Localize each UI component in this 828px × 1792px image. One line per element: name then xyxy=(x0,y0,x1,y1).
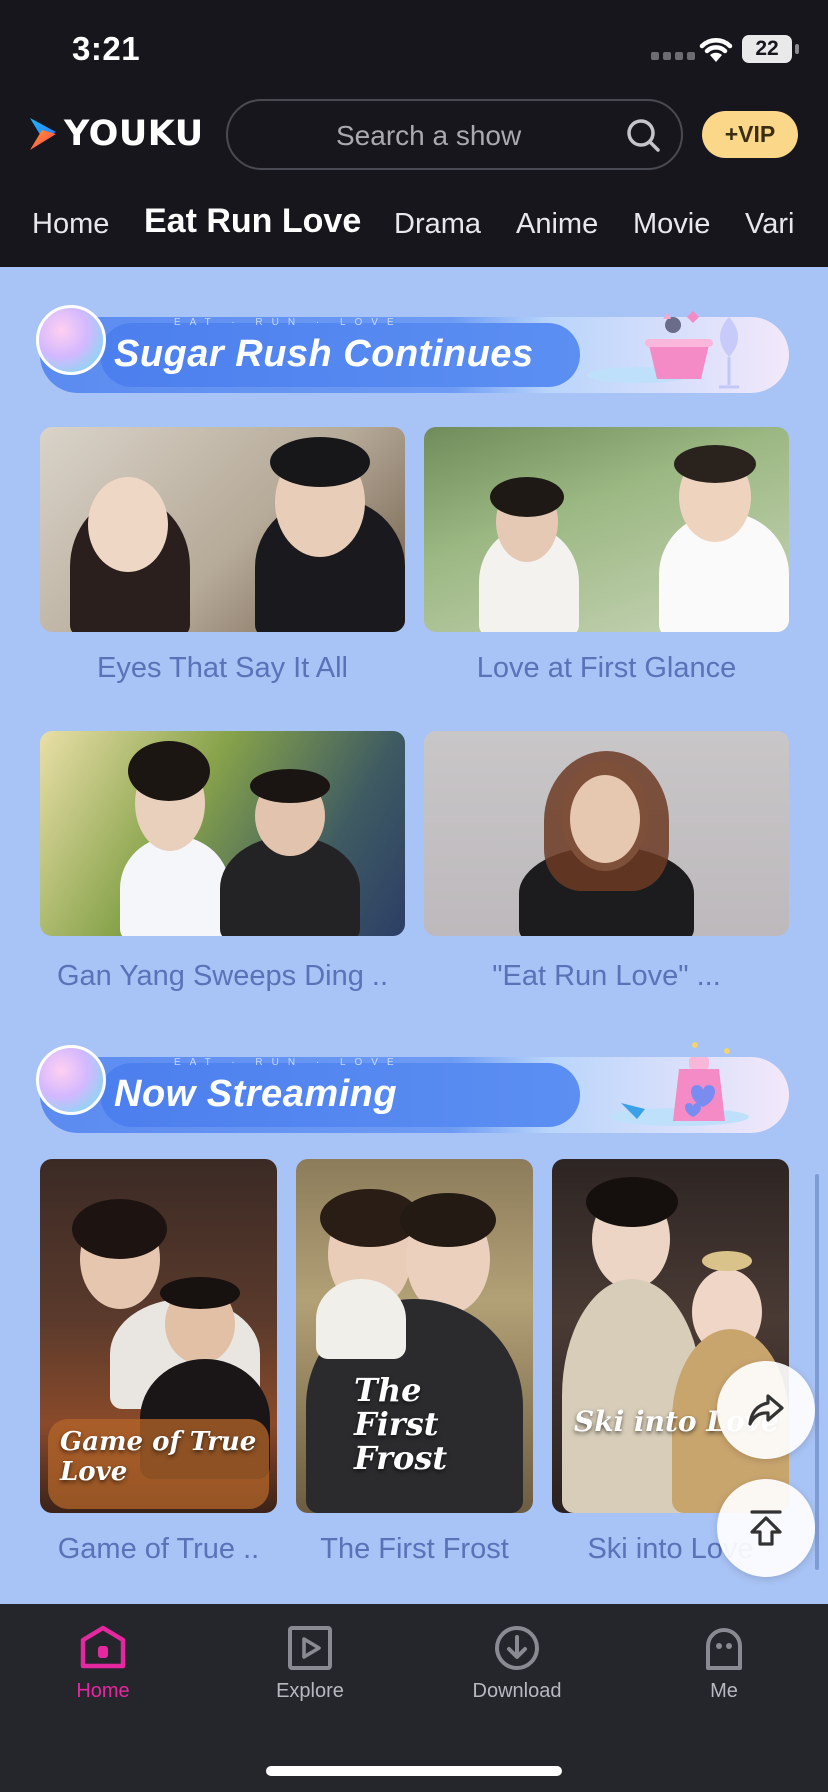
banner-orb-icon xyxy=(36,305,106,375)
banner-subtitle: EAT · RUN · LOVE xyxy=(174,317,403,328)
play-square-icon xyxy=(288,1626,332,1670)
bottom-navigation: Home Explore Download Me xyxy=(0,1604,828,1792)
poster-thumbnail[interactable]: Ski into Love xyxy=(552,1159,789,1513)
profile-icon xyxy=(706,1628,742,1670)
section-title: Now Streaming xyxy=(114,1073,398,1115)
poster-title-art: Game of True Love xyxy=(60,1427,257,1487)
video-thumbnail[interactable] xyxy=(424,731,789,936)
youku-logo[interactable]: YOUKU xyxy=(28,114,204,154)
tab-movie[interactable]: Movie xyxy=(633,208,710,241)
status-bar: 3:21 22 xyxy=(0,0,828,96)
nav-item-home[interactable]: Home xyxy=(33,1624,173,1703)
back-to-top-icon xyxy=(750,1510,782,1546)
nav-label: Download xyxy=(472,1680,562,1702)
home-icon xyxy=(80,1625,126,1669)
tab-home[interactable]: Home xyxy=(32,208,109,241)
video-title[interactable]: Love at First Glance xyxy=(424,652,789,685)
youku-play-icon xyxy=(30,118,56,150)
video-title[interactable]: The First Frost xyxy=(296,1533,533,1566)
video-thumbnail[interactable] xyxy=(40,427,405,632)
download-icon xyxy=(495,1626,539,1670)
battery-icon: 22 xyxy=(742,35,799,63)
cellular-signal-icon xyxy=(651,52,695,60)
wifi-icon xyxy=(699,38,733,62)
search-input[interactable]: Search a show xyxy=(336,120,521,152)
poster-thumbnail[interactable]: The First Frost xyxy=(296,1159,533,1513)
nav-label: Home xyxy=(76,1680,130,1702)
tab-variety[interactable]: Vari xyxy=(745,208,794,241)
search-icon[interactable] xyxy=(625,117,661,153)
video-thumbnail[interactable] xyxy=(424,427,789,632)
search-bar[interactable]: Search a show xyxy=(226,99,683,170)
heart-jar-icon xyxy=(609,1042,749,1126)
banner-subtitle: EAT · RUN · LOVE xyxy=(174,1057,403,1068)
video-title[interactable]: "Eat Run Love" ... xyxy=(424,960,789,993)
nav-item-explore[interactable]: Explore xyxy=(240,1624,380,1703)
logo-text: YOUKU xyxy=(64,114,204,154)
video-title[interactable]: Gan Yang Sweeps Ding .. xyxy=(40,960,405,993)
share-icon xyxy=(748,1394,784,1426)
section-banner-sugar-rush: EAT · RUN · LOVE Sugar Rush Continues xyxy=(36,305,789,395)
poster-title-art: The First Frost xyxy=(354,1371,448,1477)
video-title[interactable]: Game of True .. xyxy=(40,1533,277,1566)
scrollbar[interactable] xyxy=(815,1174,819,1570)
section-banner-now-streaming: EAT · RUN · LOVE Now Streaming xyxy=(36,1042,789,1135)
tab-eat-run-love[interactable]: Eat Run Love xyxy=(144,202,361,241)
section-title: Sugar Rush Continues xyxy=(114,333,534,375)
video-title[interactable]: Eyes That Say It All xyxy=(40,652,405,685)
nav-item-download[interactable]: Download xyxy=(447,1624,587,1703)
cake-bowl-icon xyxy=(587,311,739,389)
tab-anime[interactable]: Anime xyxy=(516,208,598,241)
status-time: 3:21 xyxy=(72,30,141,67)
top-header: 3:21 22 YOUKU Search a show +VIP Home Ea… xyxy=(0,0,828,267)
vip-button[interactable]: +VIP xyxy=(702,111,798,158)
poster-thumbnail[interactable]: Game of True Love xyxy=(40,1159,277,1513)
nav-label: Me xyxy=(710,1680,738,1702)
tab-drama[interactable]: Drama xyxy=(394,208,481,241)
banner-orb-icon xyxy=(36,1045,106,1115)
back-to-top-button[interactable] xyxy=(717,1479,815,1577)
nav-label: Explore xyxy=(276,1680,344,1702)
home-indicator[interactable] xyxy=(266,1766,562,1776)
nav-item-me[interactable]: Me xyxy=(654,1624,794,1703)
video-thumbnail[interactable] xyxy=(40,731,405,936)
share-button[interactable] xyxy=(717,1361,815,1459)
category-tabs: Home Eat Run Love Drama Anime Movie Vari xyxy=(0,198,828,254)
